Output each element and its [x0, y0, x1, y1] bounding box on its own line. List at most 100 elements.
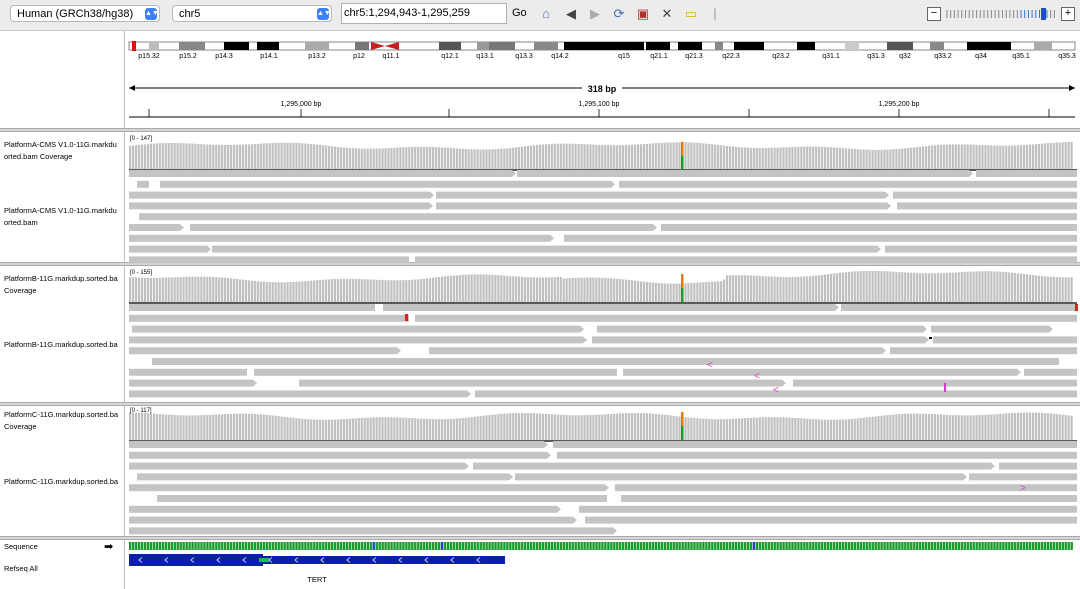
- chromosome-dropdown[interactable]: chr5 ▲▼: [172, 5, 332, 22]
- read[interactable]: [933, 336, 1077, 344]
- read[interactable]: [623, 368, 1017, 376]
- read[interactable]: [129, 451, 547, 459]
- variant-allele-bar[interactable]: [681, 425, 684, 440]
- read[interactable]: [517, 170, 969, 177]
- read[interactable]: [597, 325, 923, 333]
- forward-icon[interactable]: ▶: [587, 6, 603, 22]
- track-name-sequence[interactable]: Sequence ➡: [4, 541, 122, 553]
- read[interactable]: [793, 379, 1077, 387]
- zoom-thumb[interactable]: [1041, 8, 1046, 20]
- resize-icon[interactable]: ✕: [659, 6, 675, 22]
- read[interactable]: [129, 347, 397, 355]
- insertion-icon[interactable]: <: [707, 360, 713, 371]
- read[interactable]: [254, 368, 617, 376]
- read[interactable]: [137, 180, 149, 188]
- zoom-slider[interactable]: [945, 8, 1057, 20]
- read[interactable]: [129, 191, 430, 199]
- refresh-icon[interactable]: ⟳: [611, 6, 627, 22]
- home-icon[interactable]: ⌂: [538, 6, 554, 22]
- read[interactable]: [129, 484, 605, 492]
- variant-allele-bar[interactable]: [681, 287, 684, 302]
- zoom-out-button[interactable]: −: [927, 7, 941, 21]
- variant-allele-bar[interactable]: [681, 155, 684, 169]
- read[interactable]: [436, 191, 885, 199]
- track-name-b-coverage[interactable]: PlatformB-11G.markdup.sorted.ba Coverage: [4, 273, 122, 297]
- strand-arrow-icon[interactable]: ➡: [104, 541, 113, 553]
- insertion-icon[interactable]: <: [773, 385, 779, 396]
- alignment-track-b[interactable]: < < <: [129, 304, 1078, 398]
- variant-allele-bar[interactable]: [681, 411, 684, 426]
- zoom-in-button[interactable]: +: [1061, 7, 1075, 21]
- read[interactable]: [157, 495, 607, 502]
- read[interactable]: [621, 495, 1077, 502]
- coverage-track-a[interactable]: [129, 141, 1077, 171]
- read[interactable]: [429, 347, 882, 355]
- read[interactable]: [885, 245, 1077, 253]
- read[interactable]: [129, 245, 207, 253]
- read[interactable]: [890, 347, 1077, 355]
- read[interactable]: [129, 505, 557, 513]
- read[interactable]: [132, 325, 580, 333]
- read[interactable]: [615, 484, 1077, 492]
- chromosome-ideogram[interactable]: p15.32 p15.2 p14.3 p14.1 p13.2 p12 q11.1 q12.1 q…: [128, 41, 1076, 60]
- read[interactable]: [152, 358, 1059, 365]
- read[interactable]: [129, 527, 613, 535]
- region-of-interest-icon[interactable]: ▣: [635, 6, 651, 22]
- read[interactable]: [515, 473, 963, 481]
- refseq-track[interactable]: TERT: [129, 554, 505, 584]
- read[interactable]: [415, 314, 1077, 322]
- read[interactable]: [129, 304, 375, 311]
- read[interactable]: [212, 245, 877, 253]
- track-name-a-alignment[interactable]: PlatformA-CMS V1.0-11G.markdu orted.bam: [4, 205, 122, 229]
- read[interactable]: [893, 191, 1077, 199]
- read[interactable]: [436, 202, 887, 210]
- mismatch-base[interactable]: [1075, 304, 1078, 311]
- read[interactable]: [129, 170, 512, 177]
- read[interactable]: [592, 336, 925, 344]
- insertion-icon[interactable]: >: [1020, 483, 1026, 494]
- popup-info-icon[interactable]: ▭: [683, 6, 699, 22]
- mismatch-base[interactable]: [405, 314, 408, 321]
- read[interactable]: [841, 304, 1077, 311]
- sequence-track[interactable]: [129, 542, 1073, 550]
- read[interactable]: [415, 256, 1077, 264]
- read[interactable]: [129, 516, 573, 524]
- read[interactable]: [1024, 368, 1077, 376]
- read[interactable]: [129, 368, 247, 376]
- zoom-widget[interactable]: − +: [927, 7, 1075, 21]
- read[interactable]: [931, 325, 1049, 333]
- read[interactable]: [585, 516, 1077, 524]
- insertion-icon[interactable]: <: [754, 371, 760, 382]
- read[interactable]: [557, 451, 1077, 459]
- read[interactable]: [129, 202, 429, 210]
- read[interactable]: [129, 336, 583, 344]
- read[interactable]: [976, 170, 1077, 177]
- track-name-refseq[interactable]: Refseq All: [4, 563, 122, 575]
- read[interactable]: [129, 234, 550, 242]
- genome-dropdown[interactable]: Human (GRCh38/hg38) ▲▼: [10, 5, 160, 22]
- locus-input[interactable]: chr5:1,294,943-1,295,259: [341, 3, 507, 24]
- read[interactable]: [129, 224, 180, 231]
- coverage-track-c[interactable]: [129, 411, 1077, 442]
- read[interactable]: [564, 234, 1077, 242]
- read[interactable]: [190, 224, 653, 231]
- genome-data-view[interactable]: p15.32 p15.2 p14.3 p14.1 p13.2 p12 q11.1 q12.1 q…: [127, 31, 1079, 589]
- read[interactable]: [160, 180, 611, 188]
- track-name-a-coverage[interactable]: PlatformA-CMS V1.0-11G.markdu orted.bam …: [4, 139, 122, 163]
- read[interactable]: [129, 379, 253, 387]
- read[interactable]: [129, 390, 467, 398]
- read[interactable]: [129, 256, 409, 264]
- read[interactable]: [129, 441, 544, 448]
- alignment-track-c[interactable]: >: [129, 441, 1077, 535]
- variant-allele-bar[interactable]: [681, 141, 684, 156]
- go-button[interactable]: Go: [512, 7, 527, 19]
- read[interactable]: [619, 180, 1077, 188]
- read[interactable]: [897, 202, 1077, 210]
- alignment-track-a[interactable]: [129, 170, 1077, 264]
- read[interactable]: [299, 379, 782, 387]
- track-name-b-alignment[interactable]: PlatformB-11G.markdup.sorted.ba: [4, 339, 122, 351]
- insertion-icon[interactable]: [944, 383, 946, 392]
- current-position-marker[interactable]: [132, 41, 136, 51]
- track-name-c-coverage[interactable]: PlatformC-11G.markdup.sorted.ba Coverage: [4, 409, 122, 433]
- track-name-c-alignment[interactable]: PlatformC-11G.markdup.sorted.ba: [4, 476, 122, 488]
